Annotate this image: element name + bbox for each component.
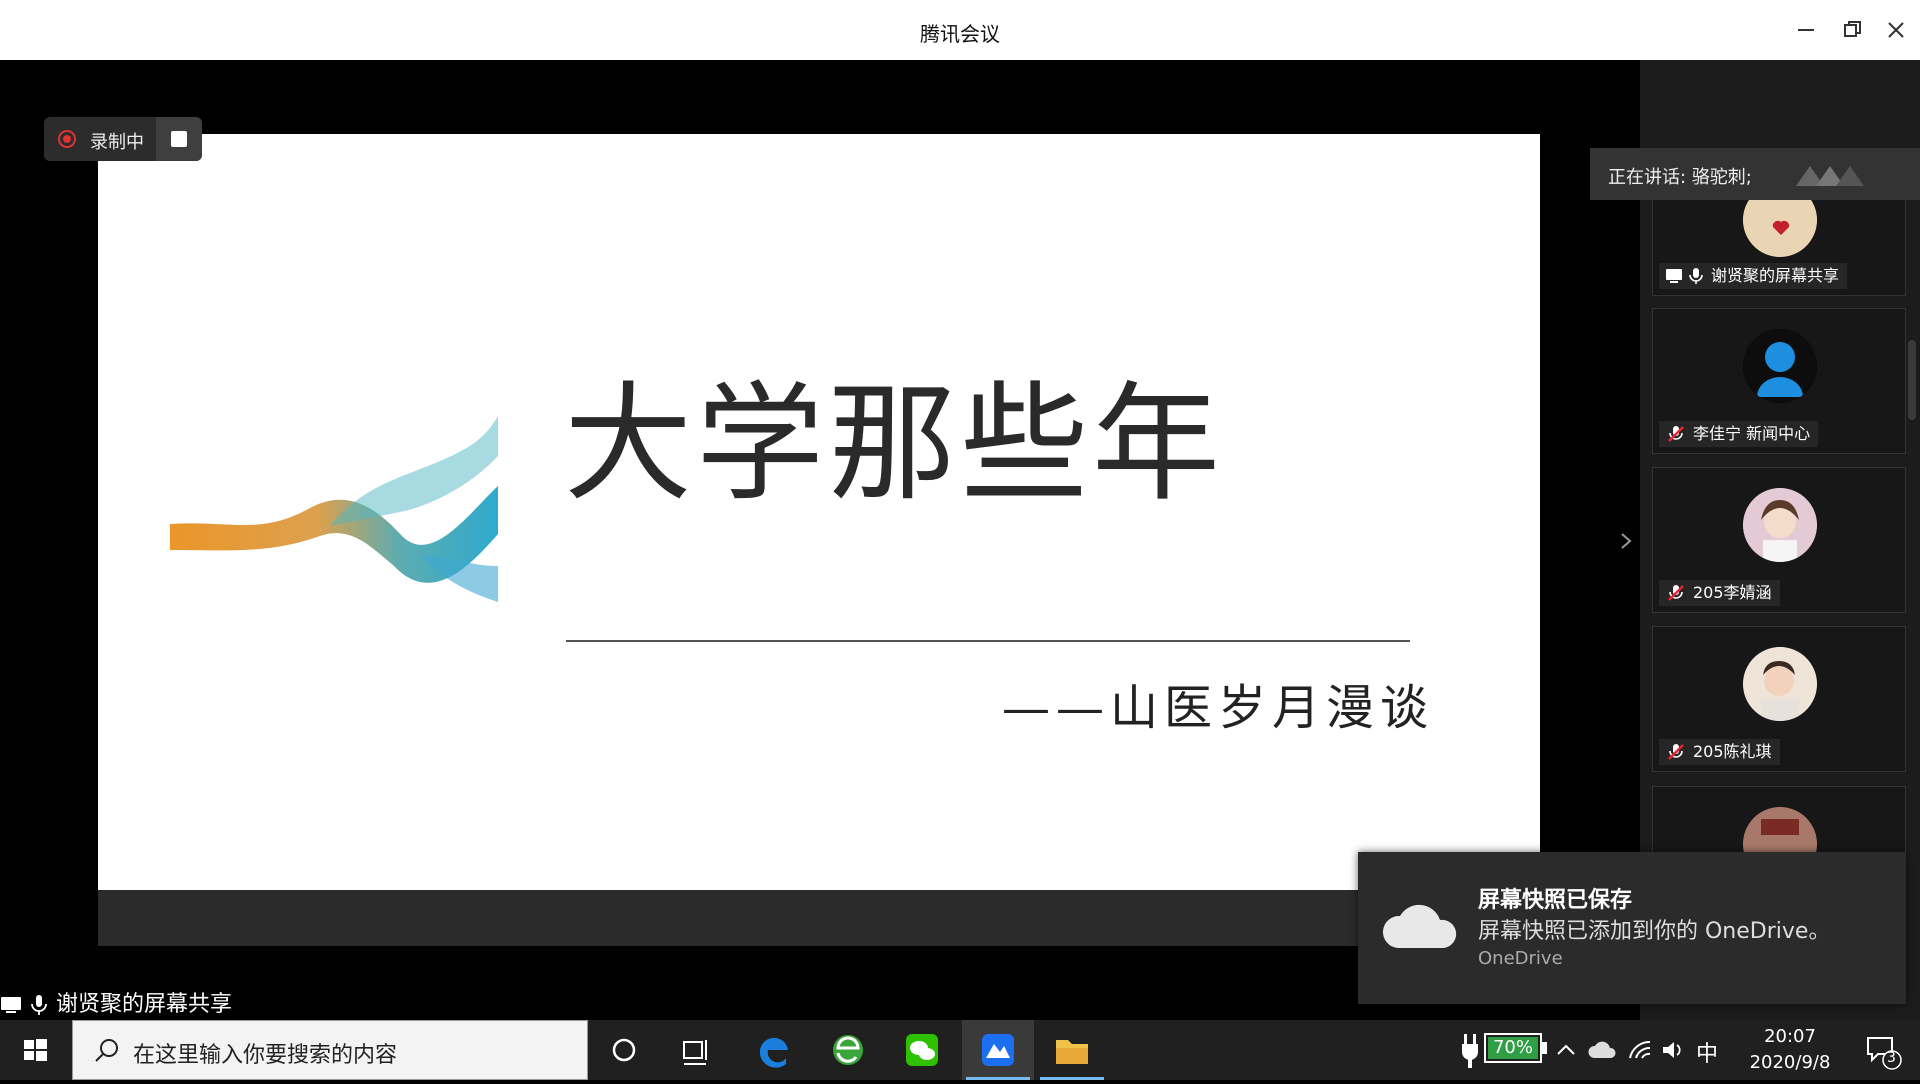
onedrive-sync-icon[interactable] <box>1586 1038 1616 1062</box>
battery-percent: 70% <box>1492 1037 1533 1058</box>
onedrive-toast[interactable]: 屏幕快照已保存 屏幕快照已添加到你的 OneDrive。 OneDrive <box>1358 852 1906 1004</box>
participant-name-text: 谢贤聚的屏幕共享 <box>1711 266 1840 285</box>
tencent-meeting-taskbar-button[interactable] <box>962 1020 1034 1080</box>
task-view-icon <box>683 1040 707 1065</box>
avatar <box>1743 647 1817 721</box>
participant-name-text: 李佳宁 新闻中心 <box>1693 424 1811 443</box>
participant-tile[interactable]: 205陈礼琪 <box>1652 626 1906 772</box>
record-icon <box>58 130 76 148</box>
power-plug-icon[interactable] <box>1458 1030 1482 1070</box>
search-icon <box>95 1039 118 1062</box>
close-icon <box>1888 22 1904 38</box>
clock-time: 20:07 <box>1764 1026 1816 1047</box>
participant-name: 谢贤聚的屏幕共享 <box>1659 263 1848 289</box>
screen-share-icon <box>1 997 21 1013</box>
cortana-button[interactable] <box>588 1020 660 1080</box>
wifi-icon[interactable] <box>1626 1038 1654 1062</box>
avatar <box>1743 488 1817 562</box>
edge-icon <box>759 1037 788 1068</box>
notification-icon <box>1867 1037 1902 1070</box>
action-center-button[interactable]: 3 <box>1862 1030 1902 1070</box>
participant-tile[interactable]: 谢贤聚的屏幕共享 <box>1652 183 1906 296</box>
collapse-panel-button[interactable] <box>1616 526 1636 556</box>
participant-tile[interactable] <box>1652 786 1906 856</box>
clock-date: 2020/9/8 <box>1749 1052 1831 1073</box>
tencent-meeting-logo-icon <box>1796 166 1864 186</box>
cortana-icon <box>612 1038 636 1062</box>
participant-tile[interactable]: 205李婧涵 <box>1652 467 1906 613</box>
stop-recording-button[interactable] <box>156 117 202 161</box>
active-speaker-banner: 正在讲话: 骆驼刺; <box>1590 148 1920 200</box>
cloud-icon <box>1382 904 1457 948</box>
screen-share-label: 谢贤聚的屏幕共享 <box>0 986 232 1018</box>
notification-count: 3 <box>1887 1050 1896 1066</box>
screen-share-label-text: 谢贤聚的屏幕共享 <box>56 992 233 1017</box>
green-browser-icon <box>833 1035 863 1065</box>
battery-nub <box>1542 1042 1547 1054</box>
avatar <box>1743 329 1817 403</box>
participant-name: 李佳宁 新闻中心 <box>1659 421 1819 447</box>
slide-subtitle: ——山医岁月漫谈 <box>1002 680 1435 736</box>
screen-share-icon <box>1666 269 1682 283</box>
muted-mic-icon <box>1668 744 1684 760</box>
task-view-button[interactable] <box>660 1020 732 1080</box>
participant-tile[interactable]: 李佳宁 新闻中心 <box>1652 308 1906 454</box>
wechat-taskbar-button[interactable] <box>886 1020 958 1080</box>
avatar <box>1743 807 1817 855</box>
taskbar-clock[interactable]: 20:07 2020/9/8 <box>1730 1024 1850 1076</box>
restore-button[interactable] <box>1832 10 1872 50</box>
shared-slide: 大学那些年 ——山医岁月漫谈 <box>98 134 1540 890</box>
wechat-icon <box>906 1034 938 1066</box>
participant-name: 205陈礼琪 <box>1659 739 1780 765</box>
toast-title: 屏幕快照已保存 <box>1478 888 1633 913</box>
battery-indicator[interactable]: 70% <box>1484 1033 1542 1063</box>
title-bar: 腾讯会议 <box>0 0 1920 60</box>
slide-title: 大学那些年 <box>564 370 1225 519</box>
window-title: 腾讯会议 <box>920 22 1000 46</box>
restore-icon <box>1844 21 1861 37</box>
windows-logo-icon <box>24 1039 47 1061</box>
participant-name: 205李婧涵 <box>1659 580 1780 606</box>
input-method-indicator[interactable]: 中 <box>1696 1036 1718 1068</box>
start-button[interactable] <box>0 1020 70 1080</box>
search-placeholder: 在这里输入你要搜索的内容 <box>133 1043 398 1068</box>
recording-label: 录制中 <box>90 132 144 153</box>
muted-mic-icon <box>1668 426 1684 442</box>
slide-divider <box>566 640 1410 642</box>
tencent-meeting-icon <box>982 1034 1014 1066</box>
participant-name-text: 205陈礼琪 <box>1693 742 1772 761</box>
volume-icon[interactable] <box>1660 1038 1688 1062</box>
folder-icon <box>1056 1040 1088 1064</box>
muted-mic-icon <box>1668 585 1684 601</box>
recording-indicator: 录制中 <box>44 117 202 161</box>
chevron-up-icon[interactable] <box>1554 1038 1578 1062</box>
file-explorer-taskbar-button[interactable] <box>1036 1020 1108 1080</box>
smoke-graphic <box>170 416 498 602</box>
toast-source: OneDrive <box>1478 948 1563 969</box>
toast-message: 屏幕快照已添加到你的 OneDrive。 <box>1478 919 1831 944</box>
chevron-right-icon <box>1621 533 1632 549</box>
microphone-icon <box>31 995 47 1015</box>
browser-taskbar-button[interactable] <box>812 1020 884 1080</box>
active-speaker-label: 正在讲话: 骆驼刺; <box>1608 167 1752 188</box>
close-button[interactable] <box>1876 10 1916 50</box>
minimize-icon <box>1798 29 1814 31</box>
taskbar-search-box[interactable]: 在这里输入你要搜索的内容 <box>72 1020 588 1080</box>
panel-scrollbar[interactable] <box>1908 340 1916 420</box>
participant-name-text: 205李婧涵 <box>1693 583 1772 602</box>
minimize-button[interactable] <box>1786 10 1826 50</box>
edge-taskbar-button[interactable] <box>738 1020 810 1080</box>
microphone-icon <box>1689 268 1703 284</box>
